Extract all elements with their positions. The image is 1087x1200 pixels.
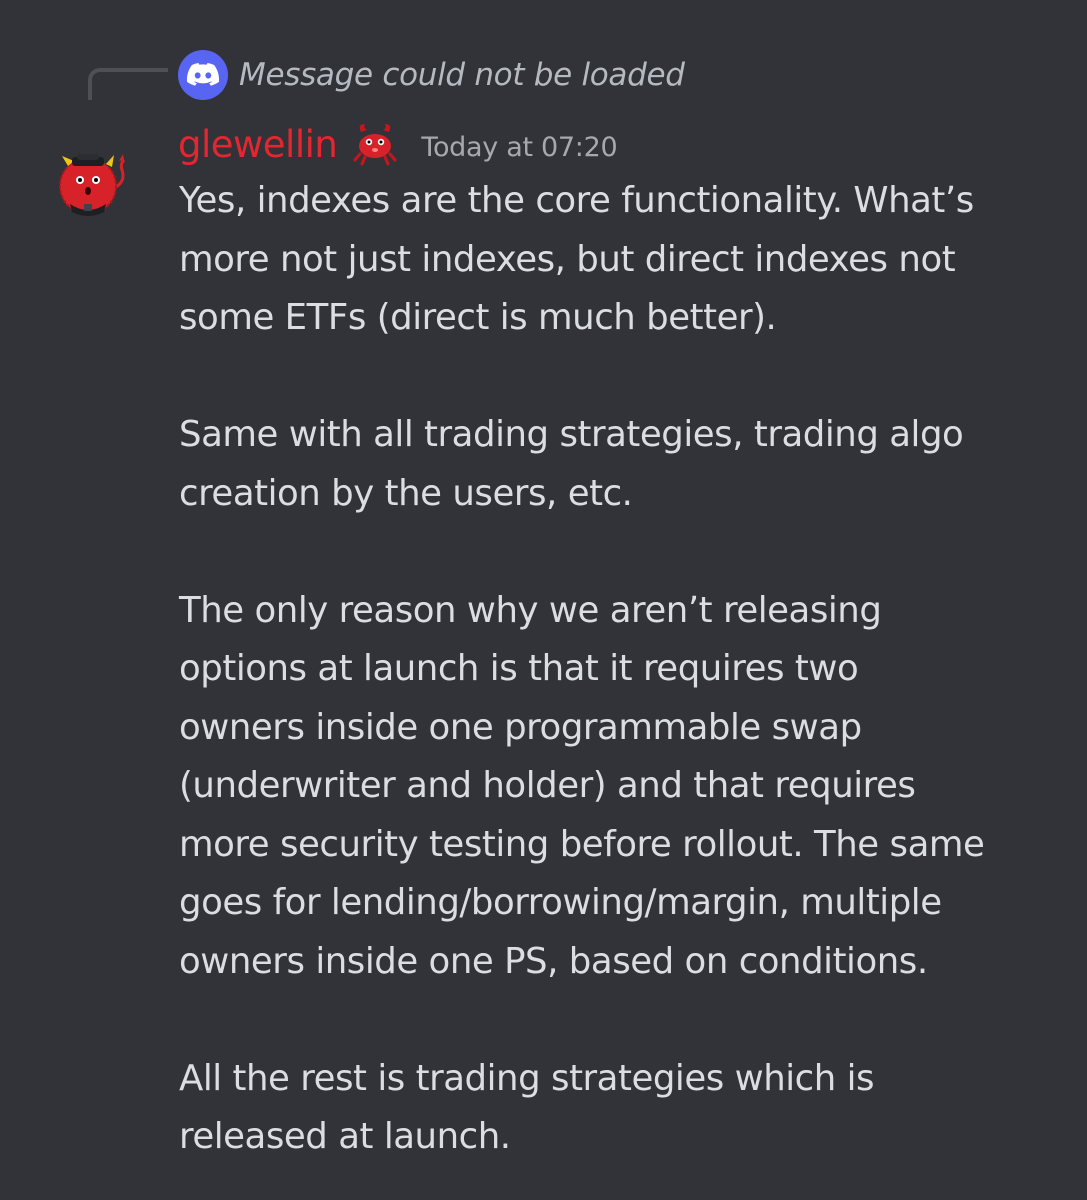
message-paragraph: All the rest is trading strategies which… <box>179 1057 875 1158</box>
avatar[interactable] <box>50 142 130 222</box>
message-header: glewellin Today at 07:20 <box>178 118 618 170</box>
reply-spine <box>88 68 168 100</box>
message-content: Yes, indexes are the core functionality.… <box>179 172 1059 1167</box>
message-timestamp[interactable]: Today at 07:20 <box>421 132 617 163</box>
username[interactable]: glewellin <box>178 123 338 166</box>
message-paragraph: Same with all trading strategies, tradin… <box>179 414 964 514</box>
red-crab-emoji-icon[interactable] <box>351 122 399 166</box>
chat-message-view: Message could not be loaded glewellin To… <box>0 0 1087 1200</box>
discord-logo-icon <box>178 50 228 100</box>
message-paragraph: Yes, indexes are the core functionality.… <box>179 180 974 338</box>
message-paragraph: The only reason why we aren’t releasing … <box>179 589 985 982</box>
reply-unavailable-text: Message could not be loaded <box>239 57 685 93</box>
reply-reference[interactable]: Message could not be loaded <box>178 50 685 100</box>
